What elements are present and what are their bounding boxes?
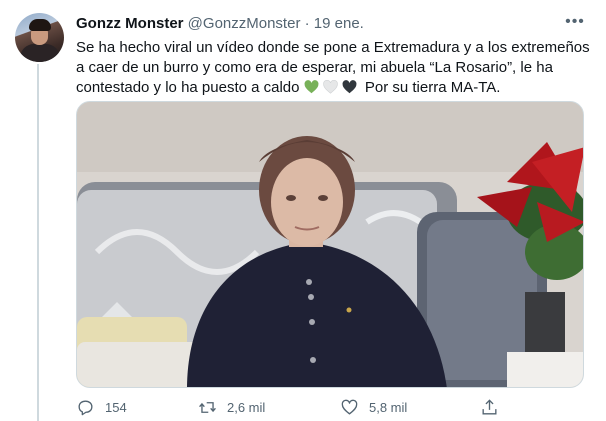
- tweet-text-tail: Por su tierra MA-TA.: [364, 79, 501, 96]
- ellipsis-icon[interactable]: •••: [563, 12, 587, 32]
- black-heart-icon: [342, 80, 357, 94]
- reply-button[interactable]: 154: [76, 396, 127, 418]
- author-name[interactable]: Gonzz Monster: [76, 15, 184, 32]
- heart-outline-icon: [341, 399, 358, 415]
- retweet-count: 2,6 mil: [227, 399, 266, 415]
- separator-dot: ·: [304, 15, 310, 32]
- thread-connector-line: [37, 64, 39, 421]
- share-button[interactable]: [480, 396, 509, 418]
- author-handle[interactable]: @GonzzMonster: [188, 15, 301, 32]
- like-button[interactable]: 5,8 mil: [340, 396, 407, 418]
- tweet-text: Se ha hecho viral un vídeo donde se pone…: [76, 38, 591, 98]
- tweet-date[interactable]: 19 ene.: [314, 15, 364, 32]
- retweet-button[interactable]: 2,6 mil: [198, 396, 265, 418]
- white-heart-icon: [322, 80, 338, 94]
- video-media[interactable]: [76, 101, 584, 388]
- tweet-header: Gonzz Monster @GonzzMonster · 19 ene.: [76, 15, 364, 33]
- avatar[interactable]: [15, 13, 64, 62]
- share-icon: [482, 398, 497, 415]
- tweet-actions: 154 2,6 mil 5,8 mil: [76, 396, 591, 420]
- retweet-icon: [199, 401, 216, 413]
- reply-count: 154: [105, 399, 127, 415]
- reply-icon: [78, 399, 93, 415]
- like-count: 5,8 mil: [369, 399, 408, 415]
- green-heart-icon: [304, 80, 319, 94]
- video-still: [77, 102, 583, 387]
